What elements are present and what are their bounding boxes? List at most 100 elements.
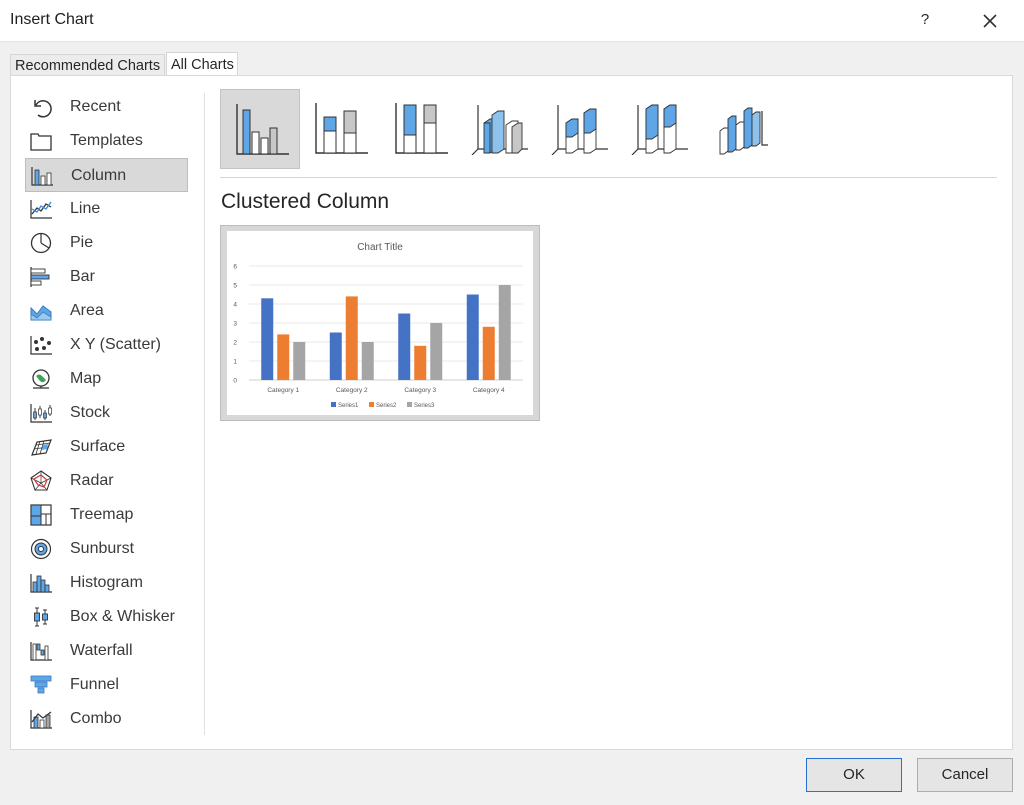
sidebar-item-label: Sunburst (70, 540, 135, 557)
combo-icon (30, 710, 52, 729)
bar-series3-3 (430, 323, 443, 380)
sidebar-item-funnel[interactable]: Funnel (25, 668, 188, 702)
close-icon (983, 14, 997, 28)
subtype-3d-stacked-column[interactable] (540, 89, 620, 169)
legend-swatch-series3 (407, 402, 412, 407)
chart-preview[interactable]: Chart Title 0 1 2 3 4 5 6 Category 1 Category 2 Ca… (220, 225, 540, 421)
main-panel: Recent Templates Column Line Pie Bar Are… (10, 75, 1013, 750)
ok-button[interactable]: OK (806, 758, 902, 792)
sidebar-item-treemap[interactable]: Treemap (25, 498, 188, 532)
sidebar-item-bar[interactable]: Bar (25, 260, 188, 294)
100-stacked-column-icon (395, 103, 448, 154)
bar-series3-1 (293, 342, 306, 380)
sidebar-item-surface[interactable]: Surface (25, 430, 188, 464)
bar-series2-2 (345, 296, 358, 380)
surface-icon (31, 439, 52, 456)
bar-series2-1 (277, 334, 290, 380)
y-tick-label: 1 (233, 359, 237, 366)
bar-series1-3 (398, 313, 411, 380)
waterfall-icon (30, 642, 52, 661)
y-tick-label: 2 (233, 340, 237, 347)
clustered-column-icon (236, 104, 289, 155)
sidebar-item-label: Radar (70, 472, 114, 489)
legend-label-series3: Series3 (414, 403, 435, 409)
sidebar-item-label: Treemap (70, 506, 134, 523)
sunburst-icon (30, 538, 52, 560)
y-tick-label: 0 (233, 378, 237, 385)
sidebar-item-area[interactable]: Area (25, 294, 188, 328)
sidebar-item-templates[interactable]: Templates (25, 124, 188, 158)
templates-icon (30, 133, 52, 151)
stacked-column-icon (315, 103, 368, 154)
subtype-3d-column[interactable] (700, 89, 780, 169)
scatter-icon (30, 336, 52, 355)
legend-swatch-series2 (369, 402, 374, 407)
radar-icon (30, 470, 52, 491)
sidebar-item-label: Map (70, 370, 102, 387)
sidebar-item-column[interactable]: Column (25, 158, 188, 192)
sidebar-item-label: Bar (70, 268, 95, 285)
funnel-icon (30, 675, 52, 694)
sidebar-item-combo[interactable]: Combo (25, 702, 188, 736)
bar-series3-2 (361, 342, 374, 380)
close-button[interactable] (977, 8, 1003, 34)
sidebar-item-scatter[interactable]: X Y (Scatter) (25, 328, 188, 362)
y-tick-label: 5 (233, 283, 237, 290)
line-icon (30, 200, 52, 219)
sidebar-item-label: Column (71, 167, 127, 184)
3d-clustered-column-icon (471, 105, 528, 155)
sidebar-item-line[interactable]: Line (25, 192, 188, 226)
y-tick-label: 6 (233, 264, 237, 271)
sidebar-item-label: Histogram (70, 574, 143, 591)
bar-icon (30, 267, 50, 287)
bar-series1-1 (261, 298, 274, 380)
tab-all-charts[interactable]: All Charts (166, 52, 238, 76)
cancel-button[interactable]: Cancel (917, 758, 1013, 792)
sidebar-item-stock[interactable]: Stock (25, 396, 188, 430)
subtype-stacked-column[interactable] (300, 89, 380, 169)
3d-column-icon (719, 107, 768, 155)
sidebar-item-label: Waterfall (70, 642, 133, 659)
sidebar-item-label: Area (70, 302, 104, 319)
sidebar-item-histogram[interactable]: Histogram (25, 566, 188, 600)
stock-icon (30, 404, 52, 423)
column-icon (31, 167, 53, 186)
gallery-divider (220, 177, 997, 178)
sidebar-item-radar[interactable]: Radar (25, 464, 188, 498)
sidebar-item-label: Surface (70, 438, 126, 455)
bar-series1-2 (329, 332, 342, 380)
sidebar-item-label: Templates (70, 132, 143, 149)
sidebar-item-sunburst[interactable]: Sunburst (25, 532, 188, 566)
chart-title: Chart Title (357, 242, 403, 253)
sidebar-divider (204, 93, 205, 735)
subtype-3d-clustered-column[interactable] (460, 89, 540, 169)
sidebar-item-label: Recent (70, 98, 121, 115)
recent-icon (34, 100, 52, 118)
bar-series3-4 (498, 285, 511, 380)
legend-swatch-series1 (331, 402, 336, 407)
chart-preview-canvas: Chart Title 0 1 2 3 4 5 6 Category 1 Category 2 Ca… (227, 231, 533, 415)
sidebar-item-pie[interactable]: Pie (25, 226, 188, 260)
tab-recommended-charts[interactable]: Recommended Charts (10, 54, 165, 76)
preview-chart: Chart Title 0 1 2 3 4 5 6 Category 1 Category 2 Ca… (233, 242, 523, 409)
subtype-clustered-column[interactable] (220, 89, 300, 169)
sidebar-item-recent[interactable]: Recent (25, 90, 188, 124)
sidebar-item-label: X Y (Scatter) (70, 336, 161, 353)
chart-type-list: Recent Templates Column Line Pie Bar Are… (25, 90, 205, 735)
sidebar-item-box-whisker[interactable]: Box & Whisker (25, 600, 188, 634)
sidebar-item-waterfall[interactable]: Waterfall (25, 634, 188, 668)
sidebar-item-label: Stock (70, 404, 111, 421)
sidebar-item-map[interactable]: Map (25, 362, 188, 396)
sidebar-item-label: Funnel (70, 676, 119, 693)
histogram-icon (30, 574, 52, 593)
sidebar-item-label: Box & Whisker (70, 608, 175, 625)
legend-label-series1: Series1 (338, 403, 359, 409)
map-icon (32, 369, 50, 389)
title-bar: Insert Chart ? (0, 0, 1024, 42)
help-button[interactable]: ? (913, 8, 937, 32)
subtype-3d-100-stacked-column[interactable] (620, 89, 700, 169)
subtype-100-stacked-column[interactable] (380, 89, 460, 169)
y-tick-label: 3 (233, 321, 237, 328)
bar-series2-4 (482, 326, 495, 380)
x-tick-label: Category 1 (267, 387, 299, 394)
